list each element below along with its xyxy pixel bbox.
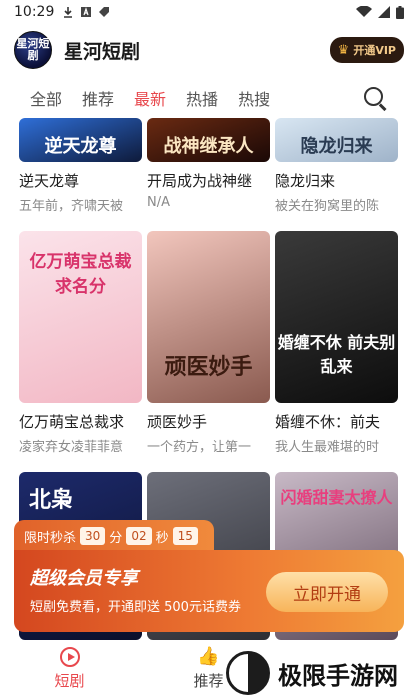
poster-title-art: 逆天龙尊 [44,136,117,157]
drama-synopsis: 五年前，齐啸天被 [19,199,124,214]
vip-promo-banner[interactable]: 超级会员专享 短剧免费看，开通即送 500元话费券 立即开通 [14,550,404,632]
drama-card[interactable]: 亿万萌宝总裁求名分 亿万萌宝总裁求 凌家弃女凌菲菲意 [19,231,142,455]
drama-title[interactable]: 开局成为战神继 [147,170,270,191]
signal-icon [378,6,390,18]
drama-poster[interactable]: 亿万萌宝总裁求名分 [19,231,142,403]
drama-title[interactable]: 亿万萌宝总裁求 [19,411,142,432]
search-icon[interactable] [362,85,388,111]
activate-now-button[interactable]: 立即开通 [266,572,388,612]
vip-button-label: 开通VIP [353,44,396,57]
nav-label: 推荐 [193,672,224,690]
drama-poster[interactable]: 隐龙归来 [275,118,398,162]
app-title: 星河短剧 [64,40,141,63]
drama-card[interactable]: 顽医妙手 顽医妙手 一个药方，让第一 [147,231,270,455]
poster-title-art: 北枭 [29,487,74,513]
poster-title-art: 婚缠不休 前夫别乱来 [277,333,396,376]
download-icon [64,7,73,18]
tab-recommended[interactable]: 推荐 [82,86,114,110]
vip-button[interactable]: ♛ 开通VIP [329,37,404,63]
poster-title-art: 战神继承人 [163,136,254,157]
drama-title[interactable]: 逆天龙尊 [19,170,142,191]
tab-trending-search[interactable]: 热搜 [238,86,270,110]
poster-title-art: 隐龙归来 [300,136,373,157]
crown-icon: ♛ [337,42,350,58]
app-logo-text: 星河短剧 [16,37,50,62]
drama-poster[interactable]: 战神继承人 [147,118,270,162]
tag-icon [99,7,110,17]
wifi-icon [356,6,372,17]
status-notification-icons [62,6,110,18]
drama-synopsis: 凌家弃女凌菲菲意 [19,440,124,455]
status-time: 10:29 [14,4,55,20]
poster-title-art: 亿万萌宝总裁求名分 [29,252,132,297]
nav-short-drama[interactable]: 短剧 [0,640,139,698]
poster-title-art: 顽医妙手 [164,354,253,380]
flash-sale-timer: 限时秒杀 30 分 02 秒 15 [14,520,214,552]
drama-title[interactable]: 隐龙归来 [275,170,398,191]
tab-latest[interactable]: 最新 [134,86,166,110]
drama-synopsis: 一个药方，让第一 [147,440,252,455]
play-icon [59,647,80,667]
drama-card[interactable]: 逆天龙尊 逆天龙尊 五年前，齐啸天被 [19,118,142,214]
nav-label: 短剧 [54,672,85,690]
watermark-logo-icon [226,651,270,695]
timer-unit-sec: 秒 [155,530,169,546]
drama-synopsis: 被关在狗窝里的陈 [275,199,380,214]
flash-sale-label: 限时秒杀 [24,530,77,546]
app-logo: 星河短剧 [14,31,52,69]
app-header: 星河短剧 星河短剧 ♛ 开通VIP [0,26,418,74]
timer-minutes: 02 [126,527,152,545]
drama-title[interactable]: 顽医妙手 [147,411,270,432]
drama-title[interactable]: 婚缠不休：前夫 [275,411,398,432]
tab-all[interactable]: 全部 [30,86,62,110]
category-tabs: 全部 推荐 最新 热播 热搜 [0,80,418,116]
watermark-text: 极限手游网 [278,660,398,690]
drama-card[interactable]: 隐龙归来 隐龙归来 被关在狗窝里的陈 [275,118,398,214]
drama-card[interactable]: 婚缠不休 前夫别乱来 婚缠不休：前夫 我人生最难堪的时 [275,231,398,455]
thumb-up-icon: 👍 [197,646,220,667]
font-icon [81,7,92,17]
drama-poster[interactable]: 顽医妙手 [147,231,270,403]
drama-card[interactable]: 战神继承人 开局成为战神继 N/A [147,118,270,210]
battery-icon [396,5,404,19]
timer-seconds: 15 [172,527,198,545]
timer-hours: 30 [80,527,106,545]
drama-synopsis: N/A [147,195,170,210]
status-bar: 10:29 [0,0,418,24]
timer-unit-min: 分 [109,530,123,546]
drama-poster[interactable]: 婚缠不休 前夫别乱来 [275,231,398,403]
tab-hot[interactable]: 热播 [186,86,218,110]
drama-synopsis: 我人生最难堪的时 [275,440,380,455]
poster-title-art: 闪婚甜妻太撩人 [280,488,393,507]
drama-poster[interactable]: 逆天龙尊 [19,118,142,162]
site-watermark: 极限手游网 [226,650,414,696]
